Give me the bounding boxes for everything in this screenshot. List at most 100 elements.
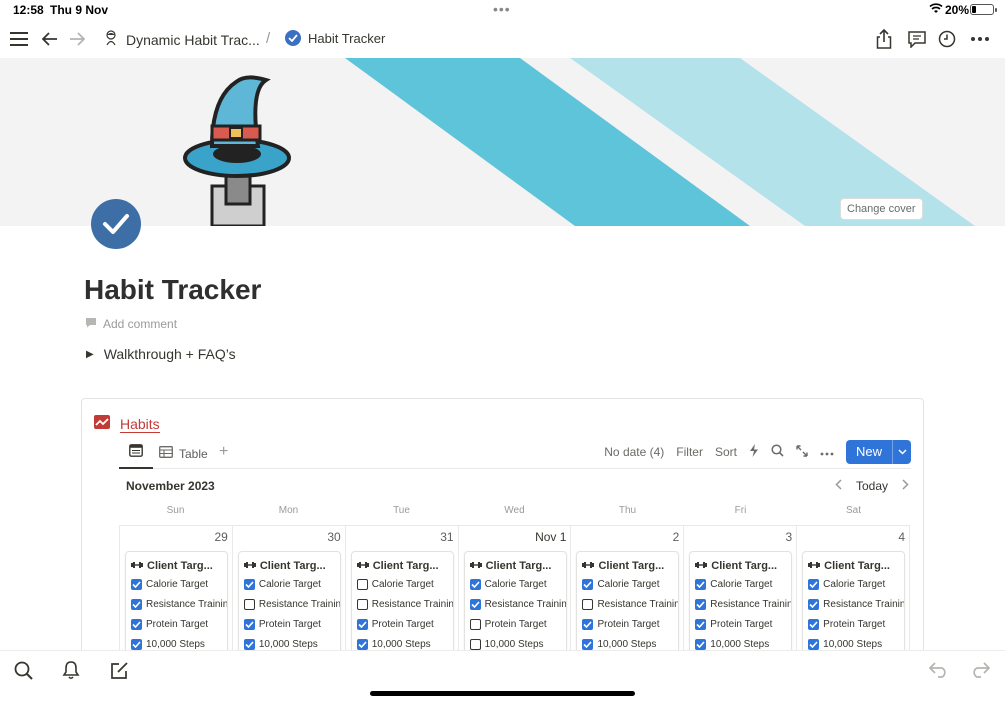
- expand-arrows-icon[interactable]: [796, 444, 808, 460]
- checkbox-checked[interactable]: [695, 638, 707, 650]
- card-title[interactable]: Client Targ...: [352, 552, 453, 574]
- checkbox-checked[interactable]: [582, 578, 594, 590]
- weekday-label: Tue: [393, 505, 410, 516]
- habit-entry-card[interactable]: Client Targ... Calorie Target Resistance T…: [689, 551, 793, 657]
- checkbox-checked[interactable]: [582, 638, 594, 650]
- card-title[interactable]: Client Targ...: [690, 552, 791, 574]
- check-badge-icon: [285, 30, 301, 46]
- search-icon[interactable]: [12, 659, 34, 681]
- property-label: Resistance Training: [823, 598, 905, 610]
- card-title[interactable]: Client Targ...: [239, 552, 340, 574]
- add-comment-button[interactable]: Add comment: [85, 317, 177, 331]
- checkbox-unchecked[interactable]: [356, 598, 368, 610]
- card-title[interactable]: Client Targ...: [577, 552, 678, 574]
- today-button[interactable]: Today: [856, 479, 888, 493]
- chevron-right-icon[interactable]: [902, 479, 909, 493]
- checkbox-checked[interactable]: [469, 578, 481, 590]
- calendar-day-cell[interactable]: Nov 1 Client Targ... Calorie Target Resista…: [459, 526, 572, 657]
- redo-icon[interactable]: [969, 659, 991, 681]
- checkbox-checked[interactable]: [695, 598, 707, 610]
- habit-entry-card[interactable]: Client Targ... Calorie Target Resistance T…: [350, 551, 454, 657]
- card-title[interactable]: Client Targ...: [126, 552, 227, 574]
- share-icon[interactable]: [873, 28, 895, 50]
- notifications-bell-icon[interactable]: [60, 659, 82, 681]
- search-icon[interactable]: [771, 444, 784, 460]
- weekday-label: Mon: [278, 505, 299, 516]
- checkbox-checked[interactable]: [131, 598, 142, 610]
- checkbox-checked[interactable]: [808, 578, 820, 590]
- toggle-triangle-icon[interactable]: ▶: [86, 349, 94, 360]
- automation-lightning-icon[interactable]: [749, 444, 759, 460]
- chevron-left-icon[interactable]: [835, 479, 842, 493]
- property-label: 10,000 Steps: [823, 638, 883, 650]
- change-cover-button[interactable]: Change cover: [840, 198, 923, 220]
- undo-icon[interactable]: [928, 659, 950, 681]
- page-title[interactable]: Habit Tracker: [84, 274, 261, 306]
- breadcrumb-parent[interactable]: Dynamic Habit Trac...: [104, 30, 260, 49]
- habit-entry-card[interactable]: Client Targ... Calorie Target Resistance T…: [576, 551, 680, 657]
- checkbox-checked[interactable]: [808, 598, 820, 610]
- calendar-day-cell[interactable]: 4 Client Targ... Calorie Target Resistance …: [797, 526, 911, 657]
- view-tabs: Table + No date (4) Filter Sort New: [119, 439, 911, 469]
- card-title[interactable]: Client Targ...: [465, 552, 566, 574]
- checkbox-unchecked[interactable]: [356, 578, 368, 590]
- database-title[interactable]: Habits: [94, 415, 160, 434]
- property-label: Resistance Training: [258, 598, 340, 610]
- checkbox-unchecked[interactable]: [469, 618, 481, 630]
- page-check-icon[interactable]: [91, 199, 141, 249]
- no-date-button[interactable]: No date (4): [604, 445, 664, 459]
- checkbox-checked[interactable]: [243, 638, 255, 650]
- back-arrow-icon[interactable]: [39, 28, 61, 50]
- tab-table[interactable]: Table: [159, 446, 208, 461]
- property-label: Protein Target: [597, 618, 660, 630]
- checkbox-checked[interactable]: [243, 618, 255, 630]
- comments-icon[interactable]: [906, 28, 928, 50]
- new-button-label[interactable]: New: [846, 440, 893, 464]
- new-entry-button[interactable]: New: [845, 440, 911, 464]
- calendar-day-cell[interactable]: 2 Client Targ... Calorie Target Resistance …: [571, 526, 685, 657]
- property-label: Resistance Training: [146, 598, 227, 610]
- home-indicator[interactable]: [370, 691, 635, 696]
- checkbox-checked[interactable]: [131, 618, 142, 630]
- menu-icon[interactable]: [8, 28, 30, 50]
- forward-arrow-icon[interactable]: [66, 28, 88, 50]
- habit-entry-card[interactable]: Client Targ... Calorie Target Resistance T…: [802, 551, 906, 657]
- habit-property-row: Resistance Training: [577, 594, 678, 614]
- habit-property-row: Protein Target: [465, 614, 566, 634]
- add-view-button[interactable]: +: [219, 443, 228, 461]
- walkthrough-toggle[interactable]: ▶ Walkthrough + FAQ’s: [86, 346, 236, 362]
- more-options-icon[interactable]: [969, 28, 991, 50]
- checkbox-checked[interactable]: [582, 618, 594, 630]
- checkbox-checked[interactable]: [469, 598, 481, 610]
- checkbox-checked[interactable]: [808, 638, 820, 650]
- more-dots-icon[interactable]: [820, 445, 834, 459]
- checkbox-unchecked[interactable]: [469, 638, 481, 650]
- checkbox-checked[interactable]: [808, 618, 820, 630]
- multitasking-dots-icon[interactable]: •••: [493, 1, 511, 17]
- calendar-day-cell[interactable]: 31 Client Targ... Calorie Target Resistance…: [346, 526, 459, 657]
- filter-button[interactable]: Filter: [676, 445, 703, 459]
- checkbox-checked[interactable]: [356, 638, 368, 650]
- property-label: Calorie Target: [484, 578, 547, 590]
- habit-entry-card[interactable]: Client Targ... Calorie Target Resistance T…: [237, 551, 341, 657]
- checkbox-unchecked[interactable]: [582, 598, 594, 610]
- checkbox-checked[interactable]: [243, 578, 255, 590]
- calendar-day-cell[interactable]: 29 Client Targ... Calorie Target Resistance…: [119, 526, 233, 657]
- checkbox-checked[interactable]: [356, 618, 368, 630]
- checkbox-checked[interactable]: [695, 618, 707, 630]
- checkbox-checked[interactable]: [695, 578, 707, 590]
- habit-entry-card[interactable]: Client Targ... Calorie Target Resistance T…: [125, 551, 228, 657]
- calendar-day-cell[interactable]: 30 Client Targ... Calorie Target Resistance…: [233, 526, 346, 657]
- habit-entry-card[interactable]: Client Targ... Calorie Target Resistance T…: [463, 551, 567, 657]
- new-page-compose-icon[interactable]: [108, 659, 130, 681]
- history-clock-icon[interactable]: [936, 28, 958, 50]
- checkbox-checked[interactable]: [131, 578, 142, 590]
- card-title[interactable]: Client Targ...: [803, 552, 904, 574]
- breadcrumb-current[interactable]: Habit Tracker: [285, 30, 385, 46]
- chevron-down-icon[interactable]: [893, 440, 911, 464]
- checkbox-checked[interactable]: [131, 638, 142, 650]
- calendar-day-cell[interactable]: 3 Client Targ... Calorie Target Resistance …: [684, 526, 798, 657]
- tab-calendar[interactable]: [119, 439, 153, 469]
- checkbox-unchecked[interactable]: [243, 598, 255, 610]
- sort-button[interactable]: Sort: [715, 445, 737, 459]
